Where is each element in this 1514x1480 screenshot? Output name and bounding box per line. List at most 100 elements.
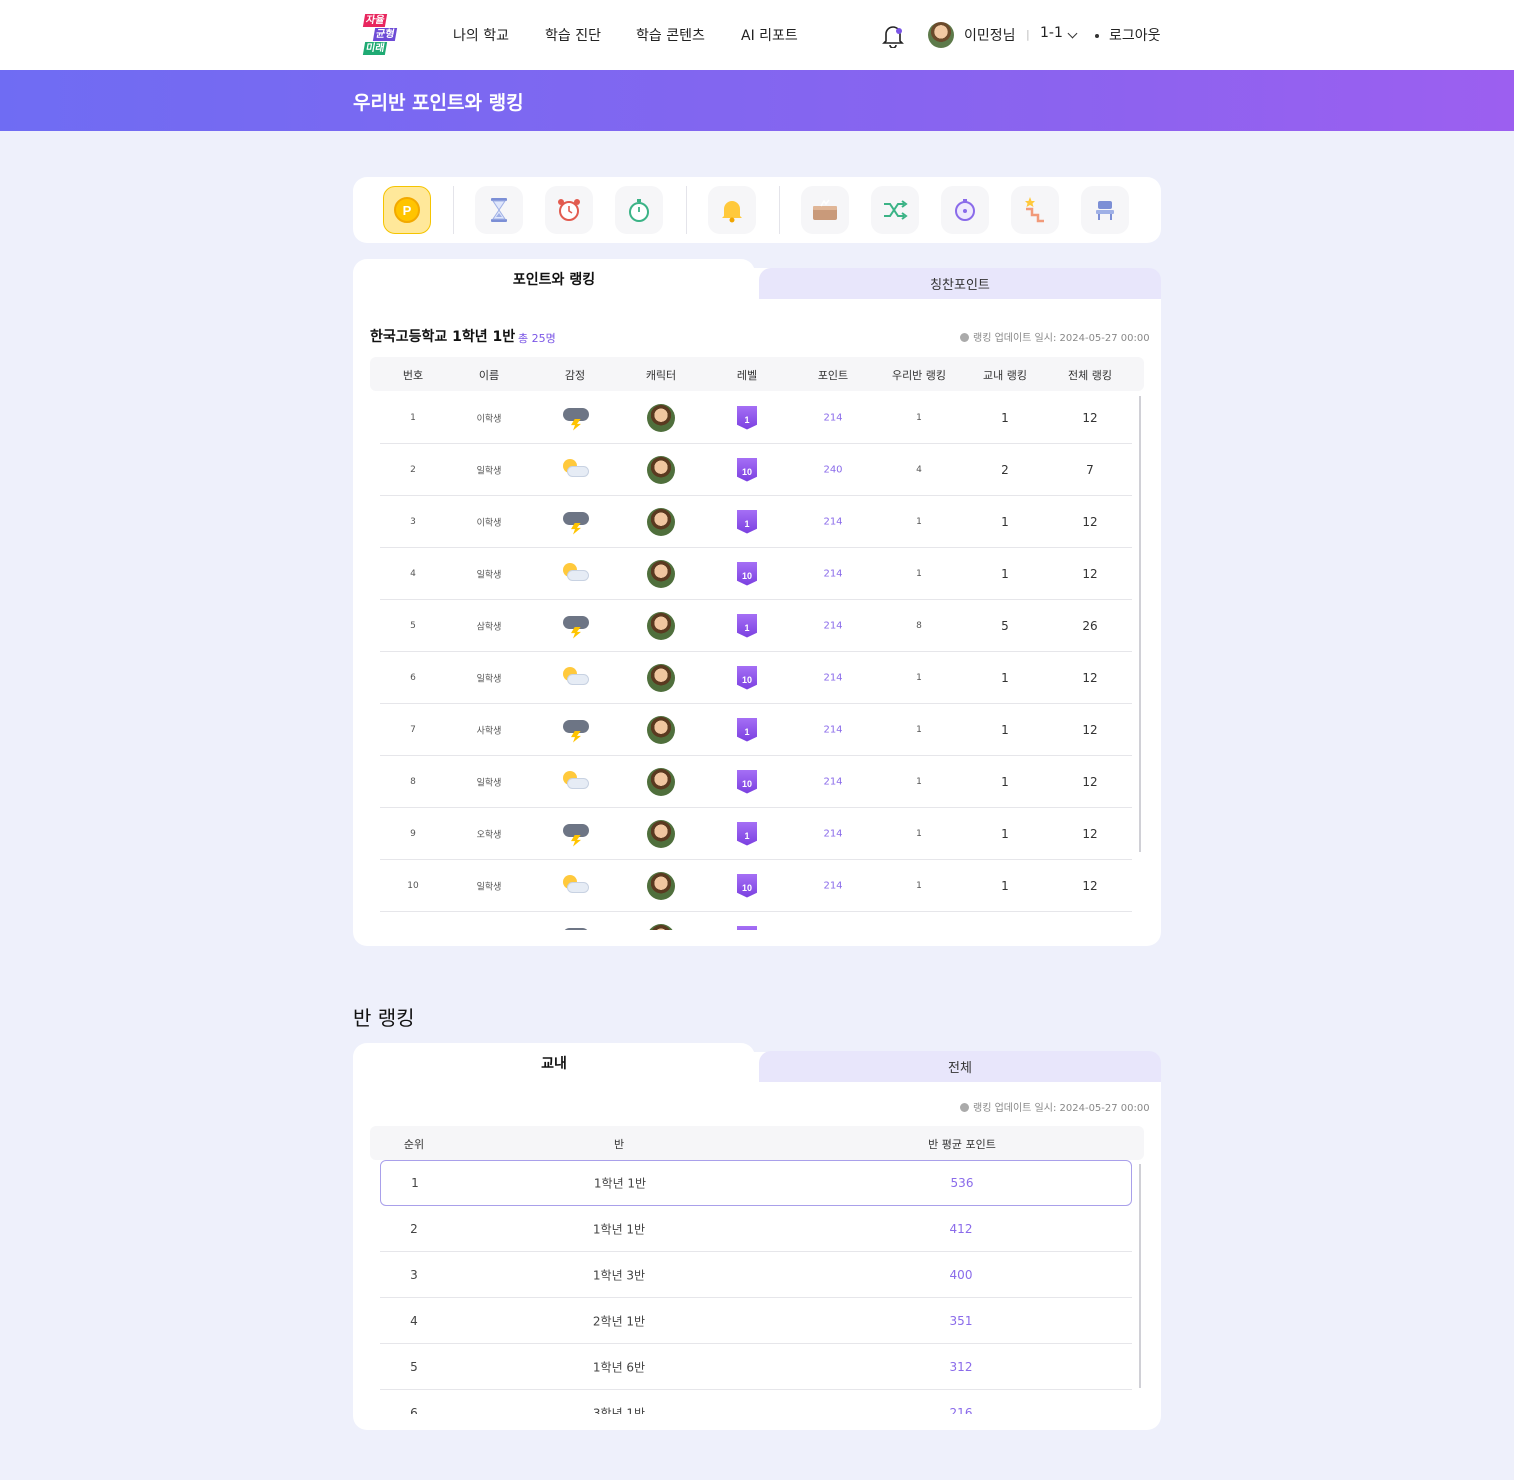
level-badge-icon: 1 (737, 925, 757, 930)
col-emotion: 감정 (564, 369, 586, 382)
steps-icon (1025, 197, 1044, 223)
logout-button[interactable]: 로그아웃 (1109, 25, 1161, 45)
student-name: 일학생 (476, 466, 502, 476)
total-rank-value: 12 (1082, 878, 1098, 893)
tab-points-ranking[interactable]: 포인트와 랭킹 (353, 259, 755, 299)
chevron-down-icon[interactable] (1067, 28, 1078, 39)
student-point: 214 (823, 776, 843, 787)
level-badge-icon: 10 (737, 457, 757, 482)
level-value: 10 (737, 873, 757, 898)
tool-point-button[interactable]: P (383, 186, 431, 234)
user-name: 이민정님 (964, 28, 1016, 44)
class-rank-value: 1 (916, 880, 922, 891)
nav-content[interactable]: 학습 콘텐츠 (636, 25, 705, 45)
rank-value: 1 (411, 1176, 419, 1190)
level-badge-icon: 1 (737, 821, 757, 846)
nav-my-school[interactable]: 나의 학교 (453, 25, 509, 45)
student-point: 214 (823, 724, 843, 735)
student-name: 이학생 (476, 414, 502, 424)
level-value: 1 (737, 717, 757, 742)
rank-value: 3 (410, 1267, 418, 1282)
tool-timer-button[interactable] (941, 186, 989, 234)
average-point: 400 (949, 1267, 973, 1282)
col-level: 레벨 (736, 369, 758, 382)
character-avatar (647, 611, 675, 640)
rank-value: 5 (410, 1359, 418, 1374)
header-separator: | (1026, 28, 1030, 41)
points-table-body[interactable]: 1 이학생 1 214 1 1 12 2 일학생 10 240 4 2 7 3 이학생 1 214 1 1 12 4 일학생… (380, 392, 1132, 930)
level-badge-icon: 10 (737, 873, 757, 898)
tool-box-button[interactable] (801, 186, 849, 234)
table-row: 6 일학생 10 214 1 1 12 (380, 652, 1132, 704)
school-rank-value: 1 (1001, 670, 1009, 685)
tab-praise-points[interactable]: 칭찬포인트 (759, 268, 1161, 299)
total-rank-value: 12 (1082, 566, 1098, 581)
top-header: 자율 균형 미래 나의 학교 학습 진단 학습 콘텐츠 AI 리포트 이민정님 … (0, 0, 1514, 70)
average-point: 312 (949, 1359, 973, 1374)
level-badge-icon: 1 (737, 405, 757, 430)
table-row[interactable]: 4 2학년 1반 351 (380, 1298, 1132, 1344)
table-row[interactable]: 2 1학년 1반 412 (380, 1206, 1132, 1252)
total-rank-value: 12 (1082, 826, 1098, 841)
level-value: 1 (737, 925, 757, 930)
class-select[interactable]: 1-1 (1040, 25, 1063, 41)
tool-hourglass-button[interactable] (475, 186, 523, 234)
row-number: 10 (407, 880, 419, 891)
total-rank-value: 12 (1082, 670, 1098, 685)
table-row[interactable]: 1 1학년 1반 536 (380, 1160, 1132, 1206)
storm-weather-icon (559, 821, 591, 847)
toolbar-divider (779, 186, 780, 234)
class-rank-value: 1 (916, 516, 922, 527)
notification-bell-icon[interactable] (882, 24, 904, 48)
points-table-scrollbar[interactable] (1139, 396, 1141, 852)
table-row[interactable]: 5 1학년 6반 312 (380, 1344, 1132, 1390)
toolbar-divider (686, 186, 687, 234)
row-number: 4 (410, 568, 416, 579)
sunny-weather-icon (559, 769, 591, 795)
nav-ai-report[interactable]: AI 리포트 (741, 25, 798, 45)
level-value: 10 (737, 457, 757, 482)
sunny-weather-icon (559, 873, 591, 899)
tool-alarm-button[interactable] (545, 186, 593, 234)
school-rank-value: 1 (1001, 566, 1009, 581)
tool-steps-button[interactable] (1011, 186, 1059, 234)
character-avatar (647, 507, 675, 536)
logo-line-3: 미래 (362, 42, 388, 55)
student-name: 오학생 (476, 830, 502, 840)
table-row[interactable]: 6 3학년 1반 216 (380, 1390, 1132, 1415)
level-value: 1 (737, 821, 757, 846)
table-row: 1 (380, 912, 1132, 930)
app-logo[interactable]: 자율 균형 미래 (362, 13, 402, 57)
toolbar-divider (453, 186, 454, 234)
class-name: 1학년 1반 (593, 1176, 647, 1191)
clock-icon (960, 1103, 969, 1112)
class-ranking-header: 순위 반 반 평균 포인트 (370, 1126, 1144, 1160)
page-title: 우리반 포인트와 랭킹 (353, 92, 524, 114)
col-point: 포인트 (817, 369, 849, 382)
student-point: 214 (823, 620, 843, 631)
tab-in-school[interactable]: 교내 (353, 1043, 755, 1083)
alarm-clock-icon (558, 199, 580, 221)
tool-seat-button[interactable] (1081, 186, 1129, 234)
col-rank: 순위 (403, 1138, 425, 1151)
tab-all[interactable]: 전체 (759, 1051, 1161, 1082)
row-number: 2 (410, 464, 416, 475)
class-ranking-scrollbar[interactable] (1139, 1164, 1141, 1388)
level-badge-icon: 1 (737, 717, 757, 742)
tool-stopwatch-button[interactable] (615, 186, 663, 234)
tool-shuffle-button[interactable] (871, 186, 919, 234)
tool-bell-button[interactable] (708, 186, 756, 234)
level-value: 10 (737, 769, 757, 794)
point-icon: P (394, 197, 420, 223)
row-number: 3 (410, 516, 416, 527)
table-row[interactable]: 3 1학년 3반 400 (380, 1252, 1132, 1298)
average-point: 216 (949, 1405, 973, 1415)
shuffle-icon (884, 200, 908, 220)
class-rank-value: 1 (916, 828, 922, 839)
average-point: 412 (949, 1221, 973, 1236)
table-row: 4 일학생 10 214 1 1 12 (380, 548, 1132, 600)
class-ranking-body[interactable]: 1 1학년 1반 536 2 1학년 1반 412 3 1학년 3반 400 4 2학년 1반 351… (380, 1160, 1132, 1414)
user-avatar[interactable] (928, 22, 954, 48)
table-row: 1 이학생 1 214 1 1 12 (380, 392, 1132, 444)
nav-diagnosis[interactable]: 학습 진단 (545, 25, 601, 45)
